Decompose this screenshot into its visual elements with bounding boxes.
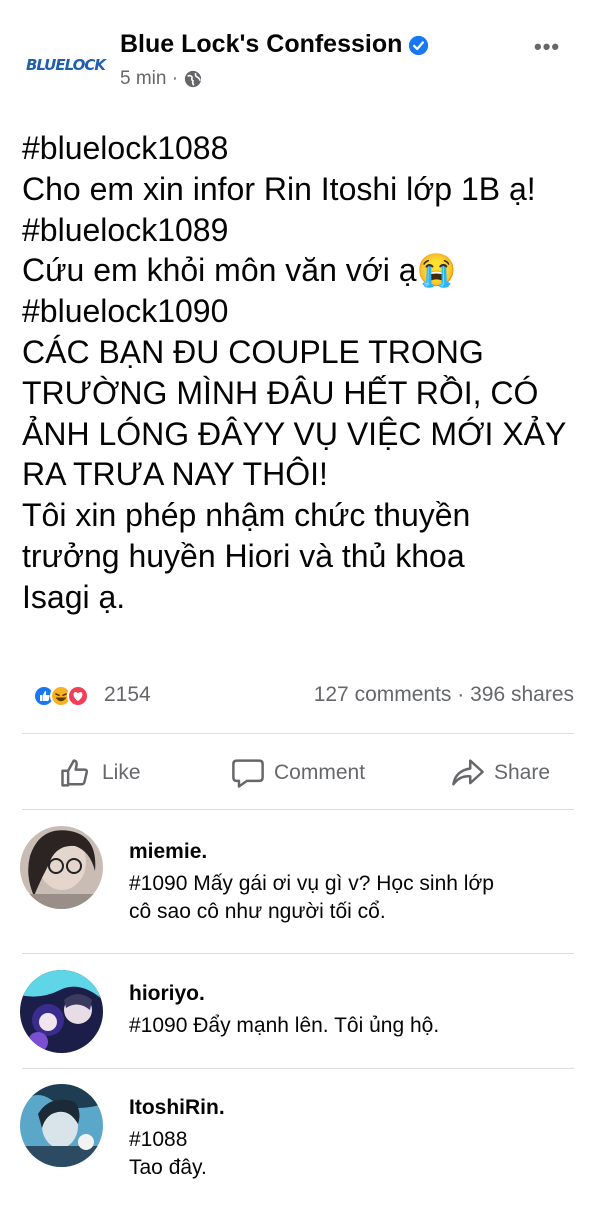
share-arrow-icon <box>452 759 484 786</box>
comment-label: Comment <box>274 761 366 784</box>
thumbs-up-icon <box>61 759 89 787</box>
globe-icon <box>184 70 202 88</box>
comment-line: #1090 Đẩy mạnh lên. Tôi ủng hộ. <box>129 1014 440 1037</box>
divider <box>22 733 574 734</box>
avatar[interactable] <box>20 1084 103 1167</box>
comment-text: #1090 Mấy gái ơi vụ gì v? Học sinh lớp c… <box>129 870 579 926</box>
comment-line: #1090 Mấy gái ơi vụ gì v? Học sinh lớp <box>129 872 494 895</box>
post-line: RA TRƯA NAY THÔI! <box>22 456 328 493</box>
comment-text: #1090 Đẩy mạnh lên. Tôi ủng hộ. <box>129 1012 579 1040</box>
post-time[interactable]: 5 min · <box>120 68 178 90</box>
post-line: ẢNH LÓNG ĐÂYY VỤ VIỆC MỚI XẢY <box>22 415 567 452</box>
comment-button[interactable]: Comment <box>230 755 365 791</box>
post-line[interactable]: #bluelock1090 <box>22 291 587 332</box>
comment-line: Tao đây. <box>129 1156 207 1179</box>
like-label: Like <box>102 761 141 784</box>
comment-line: #1088 <box>129 1128 188 1151</box>
reaction-count[interactable]: 2154 <box>104 683 151 707</box>
share-button[interactable]: Share <box>450 755 550 791</box>
post-actions: Like Comment Share <box>0 745 600 801</box>
post-line: TRƯỜNG MÌNH ĐÂU HẾT RỒI, CÓ <box>22 374 539 411</box>
comment-line: cô sao cô như người tối cổ. <box>129 900 386 923</box>
post-line: trưởng huyền Hiori và thủ khoa <box>22 537 465 574</box>
post-meta: 5 min · <box>120 68 202 90</box>
divider <box>22 809 574 810</box>
post-line: Tôi xin phép nhậm chức thuyền <box>22 497 471 534</box>
comment-author[interactable]: ItoshiRin. <box>129 1096 225 1120</box>
post-line[interactable]: #bluelock1088 <box>22 128 587 169</box>
comment-author[interactable]: hioriyo. <box>129 982 205 1006</box>
comment-author[interactable]: miemie. <box>129 840 207 864</box>
verified-badge-icon <box>408 35 429 56</box>
post-header: BLUELOCK Blue Lock's Confession 5 min · … <box>0 0 600 110</box>
avatar[interactable] <box>20 826 103 909</box>
divider <box>22 1068 574 1069</box>
post-line[interactable]: #bluelock1089 <box>22 210 587 251</box>
love-reaction-icon <box>67 685 89 707</box>
post-stats: 2154 127 comments · 396 shares <box>0 676 600 716</box>
page-logo[interactable]: BLUELOCK <box>26 56 106 74</box>
share-label: Share <box>494 761 551 784</box>
post-line: Cứu em khỏi môn văn với ạ😭 <box>22 252 457 289</box>
like-button[interactable]: Like <box>58 755 141 791</box>
comments-shares-count[interactable]: 127 comments · 396 shares <box>314 683 574 707</box>
post-line: Cho em xin infor Rin Itoshi lớp 1B ạ! <box>22 170 536 207</box>
post-line: Isagi ạ. <box>22 578 126 615</box>
post-line: CÁC BẠN ĐU COUPLE TRONG <box>22 333 484 370</box>
comment-text: #1088 Tao đây. <box>129 1126 579 1182</box>
post-body: #bluelock1088 Cho em xin infor Rin Itosh… <box>22 128 587 618</box>
speech-bubble-icon <box>232 759 264 788</box>
divider <box>22 953 574 954</box>
more-options-icon[interactable]: ••• <box>534 34 560 60</box>
page-name[interactable]: Blue Lock's Confession <box>120 30 402 59</box>
avatar[interactable] <box>20 970 103 1053</box>
reactions-icon-group[interactable] <box>32 684 102 708</box>
